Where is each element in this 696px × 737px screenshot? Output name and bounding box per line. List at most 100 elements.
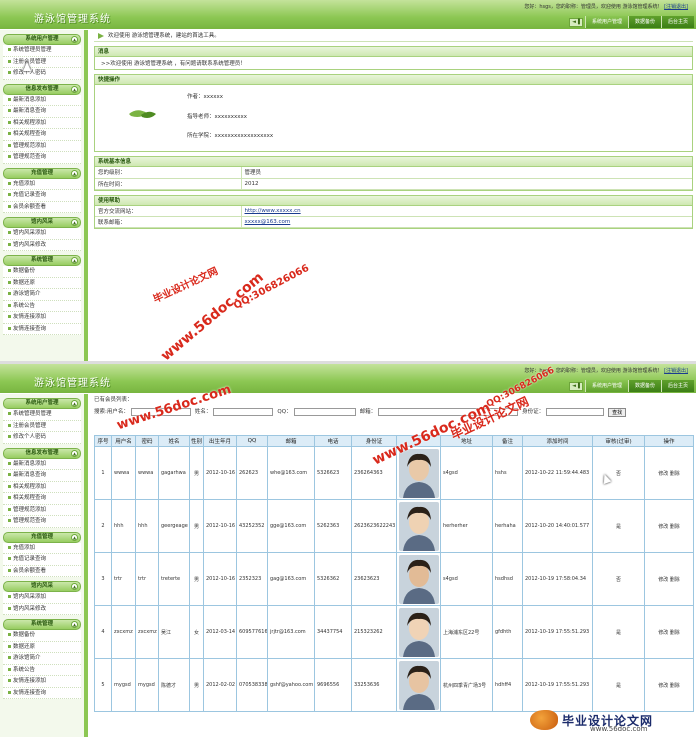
tab-admin-home[interactable]: 后台主页 [660, 16, 694, 28]
sidebar-item[interactable]: 注册会员管理 [3, 420, 81, 432]
search-label: 搜索: [94, 409, 107, 415]
collapse-icon[interactable]: ▲ [71, 621, 78, 628]
sidebar-item[interactable]: 友情连接添加 [3, 312, 81, 324]
column-header: 用户名 [111, 435, 136, 447]
table-cell: 男 [189, 446, 204, 500]
sidebar-item[interactable]: 系统公告 [3, 664, 81, 676]
sidebar-item[interactable]: 最新消息查询 [3, 470, 81, 482]
tab-admin-home[interactable]: 后台主页 [660, 380, 694, 392]
table-cell: 33253636 [351, 658, 397, 712]
sidebar-item[interactable]: 管理规范查询 [3, 516, 81, 528]
sidebar-item[interactable]: 管理规范添加 [3, 140, 81, 152]
sidebar-item[interactable]: 管理规范查询 [3, 152, 81, 164]
sidebar-item[interactable]: 最新消息添加 [3, 94, 81, 106]
table-row: 4 zxcxmz zxcxmz 吴江女 2012-03-14 609577616 jrjtr… [94, 605, 694, 659]
table-cell: gag@163.com [267, 552, 315, 606]
collapse-icon[interactable]: ▲ [71, 533, 78, 541]
edit-link[interactable]: 修改 删除 [658, 683, 680, 689]
sidebar-item[interactable]: 最新消息查询 [3, 106, 81, 118]
sidebar-item[interactable]: 数据备份 [3, 630, 81, 642]
edit-link[interactable]: 修改 删除 [658, 577, 680, 583]
sidebar-item[interactable]: 修改个人密码 [3, 432, 81, 444]
column-header: QQ [236, 435, 268, 447]
sidebar-group-header[interactable]: 信息发布管理 ▲ [3, 83, 81, 95]
sidebar-item[interactable]: 馆内风采修改 [3, 603, 81, 615]
sidebar-item[interactable]: 系统公告 [3, 300, 81, 312]
table-cell: 男 [189, 658, 204, 712]
sidebar-item[interactable]: 相关规程添加 [3, 117, 81, 129]
sidebar-item[interactable]: 系统管理员管理 [3, 409, 81, 421]
sidebar-item[interactable]: 馆内风采修改 [3, 239, 81, 251]
panel-title: 消息 [95, 47, 692, 57]
sidebar-item[interactable]: 会员余额查看 [3, 565, 81, 577]
sidebar-group-header[interactable]: 信息发布管理 ▲ [3, 447, 81, 459]
column-header: 审核(过审) [592, 435, 645, 447]
sidebar-group-header[interactable]: 充值管理 ▲ [3, 167, 81, 179]
sidebar-group-header[interactable]: 馆内风采 ▲ [3, 217, 81, 228]
tab-backup[interactable]: 数据备份 [627, 16, 661, 28]
sidebar-item[interactable]: 修改个人密码 [3, 68, 81, 80]
sidebar-group-header[interactable]: 系统用户管理 ▲ [3, 34, 81, 45]
sidebar: 系统用户管理 ▲ 系统管理员管理 注册会员管理 修改个人密码 信息发布管理 ▲ 最新… [0, 30, 88, 362]
tab-scroll-icon[interactable]: ◄▐ [568, 382, 583, 391]
qq-input[interactable] [293, 408, 356, 416]
sidebar-item[interactable]: 注册会员管理 [3, 56, 81, 68]
sidebar-item[interactable]: 馆内风采添加 [3, 592, 81, 604]
tab-backup[interactable]: 数据备份 [627, 380, 661, 392]
sidebar-item[interactable]: 相关规程添加 [3, 481, 81, 493]
idcard-input[interactable] [546, 408, 605, 416]
sidebar-group-header[interactable]: 充值管理 ▲ [3, 531, 81, 543]
edit-link[interactable]: 修改 删除 [658, 630, 680, 636]
sidebar-item[interactable]: 充值记录查询 [3, 190, 81, 202]
sidebar-item[interactable]: 充值添加 [3, 178, 81, 190]
sidebar-group-header[interactable]: 系统用户管理 ▲ [3, 398, 81, 409]
sidebar-item[interactable]: 友情连接添加 [3, 676, 81, 688]
collapse-icon[interactable]: ▲ [71, 583, 78, 590]
site-link[interactable]: http://www.xxxxx.cn [245, 208, 301, 214]
sidebar-item[interactable]: 充值添加 [3, 542, 81, 554]
table-cell: trtr [135, 552, 159, 606]
sidebar-item[interactable]: 游泳馆简介 [3, 289, 81, 301]
time-label: 所在时间： [95, 178, 242, 190]
logout-link[interactable]: [注销退出] [664, 4, 688, 10]
sidebar-item[interactable]: 馆内风采添加 [3, 228, 81, 240]
collapse-icon[interactable]: ▲ [71, 449, 78, 457]
table-cell: 上海浦东区22号 [440, 605, 493, 659]
sidebar-item[interactable]: 数据还原 [3, 277, 81, 289]
edit-link[interactable]: 修改 删除 [658, 471, 680, 477]
edit-link[interactable]: 修改 删除 [658, 524, 680, 530]
member-photo [398, 660, 439, 710]
name-input[interactable] [213, 408, 274, 416]
table-cell: 5262363 [314, 499, 352, 553]
sidebar-item[interactable]: 友情连接查询 [3, 687, 81, 699]
collapse-icon[interactable]: ▲ [71, 36, 78, 43]
table-cell: 男 [189, 499, 204, 553]
sidebar-group-header[interactable]: 系统管理 ▲ [3, 619, 81, 630]
tab-user-manage[interactable]: 系统用户管理 [584, 380, 628, 392]
tab-scroll-icon[interactable]: ◄▐ [568, 18, 583, 27]
collapse-icon[interactable]: ▲ [71, 169, 78, 177]
sidebar-group-header[interactable]: 馆内风采 ▲ [3, 581, 81, 592]
sidebar-item[interactable]: 充值记录查询 [3, 554, 81, 566]
collapse-icon[interactable]: ▲ [71, 85, 78, 93]
sidebar-item[interactable]: 会员余额查看 [3, 201, 81, 213]
logout-link[interactable]: [注销退出] [664, 368, 688, 374]
table-cell: 2012-10-16 [203, 499, 237, 553]
sidebar-item[interactable]: 系统管理员管理 [3, 45, 81, 57]
sidebar-item[interactable]: 数据还原 [3, 641, 81, 653]
search-button[interactable]: 查找 [608, 407, 627, 417]
collapse-icon[interactable]: ▲ [71, 400, 78, 407]
sidebar-item[interactable]: 相关规程查询 [3, 493, 81, 505]
collapse-icon[interactable]: ▲ [71, 257, 78, 264]
sidebar-item[interactable]: 友情连接查询 [3, 323, 81, 335]
sidebar-item[interactable]: 游泳馆简介 [3, 653, 81, 665]
tab-user-manage[interactable]: 系统用户管理 [584, 16, 628, 28]
sidebar-item[interactable]: 最新消息添加 [3, 458, 81, 470]
sidebar-item[interactable]: 数据备份 [3, 266, 81, 278]
sidebar-item[interactable]: 相关规程查询 [3, 129, 81, 141]
sidebar-group-header[interactable]: 系统管理 ▲ [3, 255, 81, 266]
mail-link[interactable]: xxxxx@163.com [245, 219, 291, 225]
sidebar-item[interactable]: 管理规范添加 [3, 504, 81, 516]
collapse-icon[interactable]: ▲ [71, 219, 78, 226]
table-cell: 否 [592, 446, 645, 500]
